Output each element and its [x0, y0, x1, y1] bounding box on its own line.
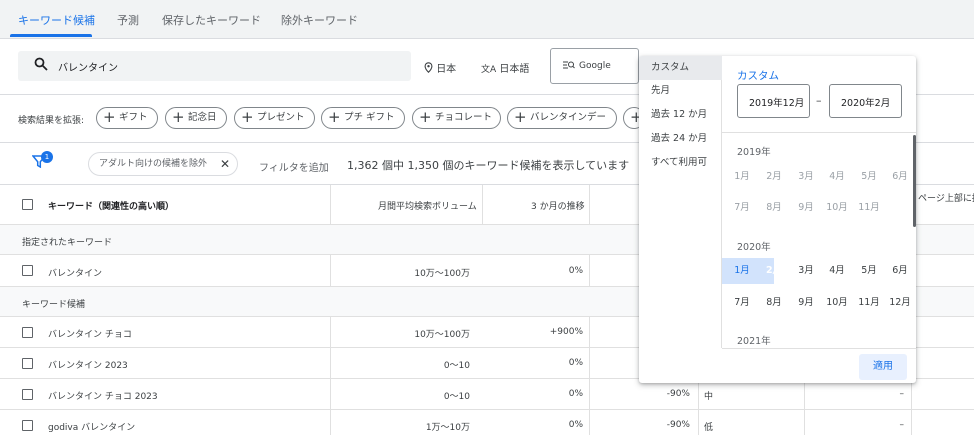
row-checkbox[interactable] — [22, 358, 33, 369]
month-2019-01[interactable]: 1月 — [726, 165, 758, 189]
table-row: godiva バレンタイン 1万～10万 0% -90% 低 – — [0, 410, 974, 435]
month-2020-02-selected[interactable]: 2月 — [758, 257, 790, 285]
month-2020-10[interactable]: 10月 — [821, 291, 853, 315]
custom-range-heading: カスタム — [737, 70, 779, 82]
plus-icon: + — [514, 108, 527, 126]
header-keyword[interactable]: キーワード（関連性の高い順） — [48, 199, 174, 212]
language-selector[interactable]: 文A 日本語 — [481, 60, 529, 75]
preset-last-24-months[interactable]: 過去 24 か月 — [639, 127, 722, 151]
network-selector[interactable]: Google — [550, 48, 639, 84]
apply-button[interactable]: 適用 — [859, 354, 907, 380]
row-checkbox[interactable] — [22, 265, 33, 276]
row-checkbox[interactable] — [22, 420, 33, 431]
plus-icon: + — [419, 108, 432, 126]
year-label-2019: 2019年 — [737, 147, 771, 158]
location-selector[interactable]: 日本 — [424, 60, 456, 75]
preset-list: カスタム 先月 過去 12 か月 過去 24 か月 すべて利用可 — [639, 56, 722, 348]
month-2019-08[interactable]: 8月 — [758, 196, 790, 220]
start-date-input[interactable]: 2019年12月 — [737, 84, 810, 118]
month-2019-05[interactable]: 5月 — [853, 165, 885, 189]
search-input[interactable]: バレンタイン — [18, 51, 411, 81]
search-icon — [34, 57, 48, 74]
month-2019-02[interactable]: 2月 — [758, 165, 790, 189]
tab-forecast[interactable]: 予測 — [117, 12, 139, 28]
plus-icon: + — [172, 108, 185, 126]
month-2020-12[interactable]: 12月 — [884, 291, 916, 315]
add-filter-button[interactable]: フィルタを追加 — [259, 159, 329, 174]
plus-icon: + — [241, 108, 254, 126]
calendar-scrollbar[interactable] — [913, 135, 916, 227]
date-range-picker: カスタム 先月 過去 12 か月 過去 24 か月 すべて利用可 カスタム 20… — [639, 56, 916, 383]
range-dash: – — [816, 94, 822, 107]
close-icon[interactable]: ✕ — [220, 153, 230, 175]
month-2020-06[interactable]: 6月 — [884, 259, 916, 283]
search-value: バレンタイン — [58, 63, 118, 74]
expand-chip-valentines-day[interactable]: + バレンタインデー — [507, 107, 617, 129]
tab-saved-keywords[interactable]: 保存したキーワード — [162, 12, 261, 28]
header-volume[interactable]: 月間平均検索ボリューム — [378, 199, 477, 212]
month-2019-12-selected[interactable]: 12月 — [884, 194, 916, 222]
preset-last-12-months[interactable]: 過去 12 か月 — [639, 103, 722, 127]
active-tab-indicator — [10, 34, 92, 37]
month-calendar: 2019年 1月 2月 3月 4月 5月 6月 7月 8月 9月 10月 11月… — [722, 132, 916, 348]
year-label-2020: 2020年 — [737, 242, 771, 253]
header-trend[interactable]: 3 か月の推移 — [531, 199, 585, 212]
translate-icon: 文A — [481, 65, 497, 75]
header-top-bid[interactable]: ページ上部に掲 — [918, 191, 974, 204]
expand-label: 検索結果を拡張: — [18, 116, 85, 126]
month-2019-10[interactable]: 10月 — [821, 196, 853, 220]
preset-last-month[interactable]: 先月 — [639, 79, 722, 103]
expand-chip-anniversary[interactable]: + 記念日 — [165, 107, 227, 129]
month-2019-04[interactable]: 4月 — [821, 165, 853, 189]
month-2020-01[interactable]: 1月 — [726, 259, 758, 283]
month-2019-06[interactable]: 6月 — [884, 165, 916, 189]
tab-keyword-ideas[interactable]: キーワード候補 — [18, 12, 95, 28]
preset-all-available[interactable]: すべて利用可 — [639, 151, 722, 175]
plus-icon: + — [103, 108, 116, 126]
month-2020-05[interactable]: 5月 — [853, 259, 885, 283]
table-row: バレンタイン チョコ 2023 0～10 0% -90% 中 – — [0, 379, 974, 410]
row-checkbox[interactable] — [22, 389, 33, 400]
year-label-2021: 2021年 — [737, 336, 771, 347]
expand-chip-gift[interactable]: + ギフト — [96, 107, 158, 129]
month-2020-09[interactable]: 9月 — [790, 291, 822, 315]
network-label: Google — [579, 61, 611, 71]
tab-bar: キーワード候補 予測 保存したキーワード 除外キーワード — [0, 0, 974, 38]
location-pin-icon — [424, 62, 433, 73]
search-network-icon — [563, 60, 575, 73]
row-checkbox[interactable] — [22, 327, 33, 338]
expand-chip-petit-gift[interactable]: + プチ ギフト — [321, 107, 405, 129]
month-2019-07[interactable]: 7月 — [726, 196, 758, 220]
select-all-checkbox[interactable] — [22, 199, 33, 210]
tab-negative-keywords[interactable]: 除外キーワード — [281, 12, 358, 28]
plus-icon: + — [328, 108, 341, 126]
picker-footer: 適用 — [722, 348, 916, 383]
month-2019-11[interactable]: 11月 — [853, 196, 885, 220]
preset-custom[interactable]: カスタム — [639, 56, 722, 80]
end-date-input[interactable]: 2020年2月 — [829, 84, 902, 118]
expand-chip-chocolate[interactable]: + チョコレート — [412, 107, 501, 129]
month-2020-11[interactable]: 11月 — [853, 291, 885, 315]
month-2020-03[interactable]: 3月 — [790, 259, 822, 283]
month-2019-03[interactable]: 3月 — [790, 165, 822, 189]
month-2020-08[interactable]: 8月 — [758, 291, 790, 315]
expand-chip-present[interactable]: + プレゼント — [234, 107, 315, 129]
month-2020-04[interactable]: 4月 — [821, 259, 853, 283]
location-label: 日本 — [436, 64, 457, 75]
month-2019-09[interactable]: 9月 — [790, 196, 822, 220]
language-label: 日本語 — [499, 64, 530, 75]
month-2020-07[interactable]: 7月 — [726, 291, 758, 315]
result-count: 1,362 個中 1,350 個のキーワード候補を表示しています — [347, 159, 630, 172]
adult-filter-chip[interactable]: アダルト向けの候補を除外 ✕ — [88, 152, 238, 176]
filter-count-badge: 1 — [41, 151, 53, 163]
